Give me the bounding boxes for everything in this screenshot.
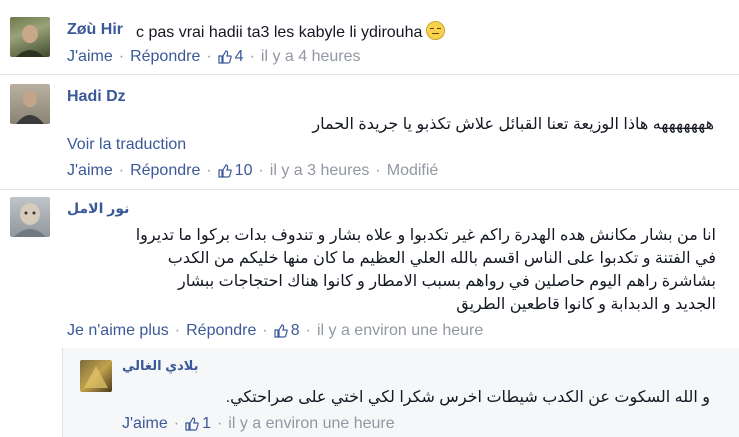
thumbs-up-icon [185, 417, 199, 431]
timestamp[interactable]: il y a 4 heures [261, 48, 361, 66]
avatar[interactable] [80, 360, 112, 392]
avatar[interactable] [10, 197, 50, 237]
avatar[interactable] [10, 84, 50, 124]
comment-actions: J'aime · Répondre · 4 · il y a 4 heures [67, 48, 361, 66]
reply-author[interactable]: بلادي الغالي [122, 358, 199, 374]
likes-count[interactable]: 10 [218, 162, 252, 180]
see-translation-link[interactable]: Voir la traduction [67, 136, 186, 154]
divider [0, 189, 739, 190]
comment-text-line: الجديد و الدبدابة و كانوا قاطعين الطريق [456, 296, 716, 313]
edited-label[interactable]: Modifié [387, 162, 439, 180]
avatar[interactable] [10, 17, 50, 57]
comment-text-line: انا من بشار مكانش هده الهدرة راكم غير تك… [135, 227, 716, 244]
reply-thread: بلادي الغالي و الله السكوت عن الكدب شيطا… [62, 348, 739, 437]
comment-text-line: في الفتنة و تكدبوا على الناس اقسم بالله … [167, 250, 716, 267]
like-link[interactable]: J'aime [67, 162, 113, 180]
timestamp[interactable]: il y a 3 heures [270, 162, 370, 180]
timestamp[interactable]: il y a environ une heure [228, 415, 394, 433]
comment-author[interactable]: Hadi Dz [67, 88, 126, 106]
thumbs-up-icon [274, 324, 288, 338]
comment-text-line: بشاشرة راهم اليوم حاصلين في رواهم بسبب ا… [178, 273, 716, 290]
avatar-photo-icon [84, 366, 108, 388]
comment-actions: Je n'aime plus · Répondre · 8 · il y a e… [67, 322, 484, 340]
likes-count[interactable]: 1 [185, 415, 211, 433]
avatar-photo-icon [14, 203, 46, 237]
avatar-photo-icon [16, 91, 44, 124]
thumbs-up-icon [218, 164, 232, 178]
timestamp[interactable]: il y a environ une heure [317, 322, 483, 340]
like-link[interactable]: J'aime [67, 48, 113, 66]
like-link[interactable]: J'aime [122, 415, 168, 433]
comment-author[interactable]: Zøù Hir [67, 21, 123, 39]
comment-author[interactable]: نور الامل [67, 200, 129, 217]
unamused-face-icon [426, 21, 446, 40]
reply-link[interactable]: Répondre [130, 48, 200, 66]
comment-text: c pas vrai hadii ta3 les kabyle li ydiro… [136, 21, 446, 42]
avatar-photo-icon [16, 25, 44, 57]
reply-actions: J'aime · 1 · il y a environ une heure [122, 415, 395, 433]
likes-count[interactable]: 8 [274, 322, 300, 340]
comment-actions: J'aime · Répondre · 10 · il y a 3 heures… [67, 162, 439, 180]
reply-link[interactable]: Répondre [130, 162, 200, 180]
thumbs-up-icon [218, 50, 232, 64]
likes-count[interactable]: 4 [218, 48, 244, 66]
reply-text: و الله السكوت عن الكدب شيطات اخرس شكرا ل… [225, 389, 710, 406]
comment-text: هههههههه هاذا الوزيعة تعنا القبائل علاش … [312, 116, 714, 133]
divider [0, 74, 739, 75]
reply-link[interactable]: Répondre [186, 322, 256, 340]
unlike-link[interactable]: Je n'aime plus [67, 322, 169, 340]
